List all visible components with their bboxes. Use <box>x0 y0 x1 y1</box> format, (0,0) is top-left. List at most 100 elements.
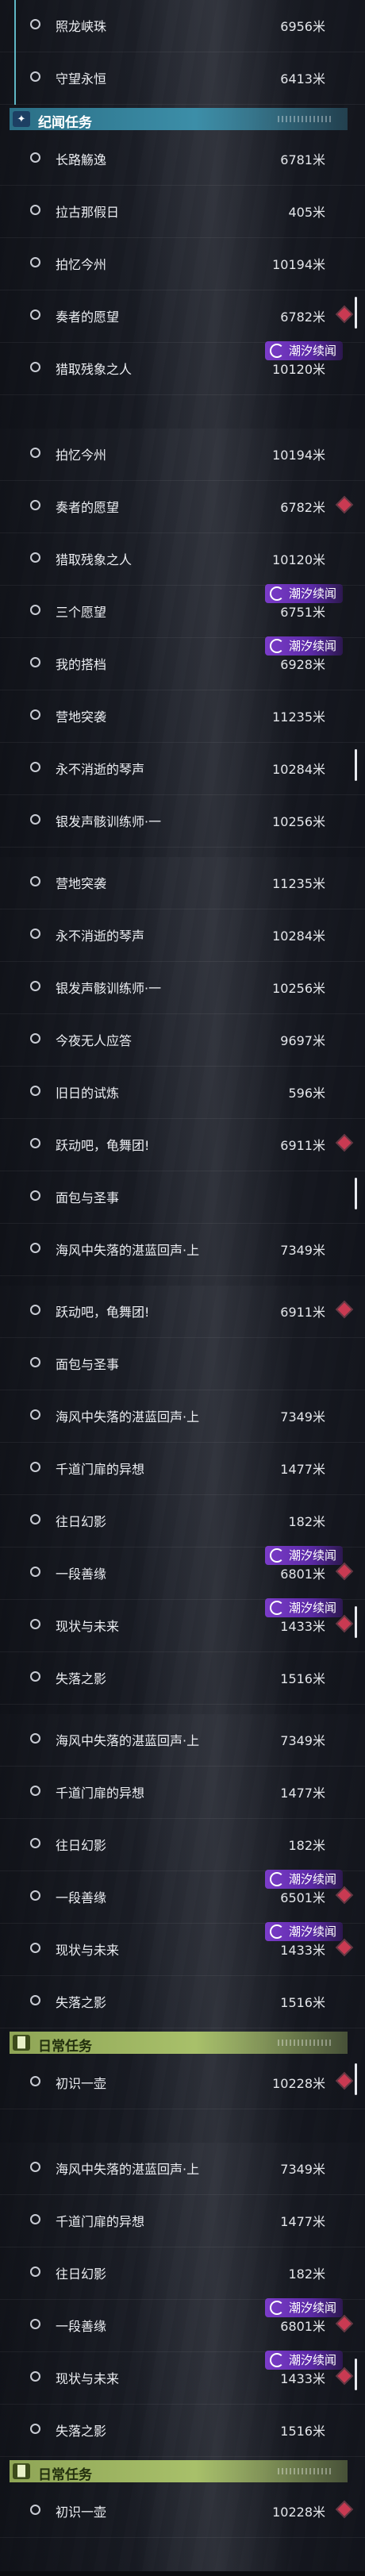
quest-row[interactable]: 往日幻影 182米 <box>0 1819 365 1871</box>
quest-row[interactable]: 一段善缘 6801米 潮汐续闻 <box>0 2298 365 2352</box>
quest-row[interactable]: 千道门扉的异想 1477米 <box>0 1767 365 1819</box>
quest-row[interactable]: 海风中失落的湛蓝回声·上 7349米 <box>0 2143 365 2195</box>
quest-row[interactable]: 守望永恒 6413米 <box>0 52 365 105</box>
radio-circle-icon[interactable] <box>30 1462 40 1472</box>
radio-circle-icon[interactable] <box>30 762 40 772</box>
quest-row[interactable]: 旧日的试炼 596米 <box>0 1067 365 1119</box>
scrollbar-thumb[interactable] <box>355 1606 357 1638</box>
radio-circle-icon[interactable] <box>30 2266 40 2277</box>
quest-row[interactable]: 失落之影 1516米 <box>0 1976 365 2028</box>
quest-row[interactable]: 千道门扉的异想 1477米 <box>0 2195 365 2247</box>
quest-row[interactable]: 银发声骸训练师·一 10256米 <box>0 795 365 848</box>
quest-row[interactable]: 一段善缘 6501米 潮汐续闻 <box>0 1870 365 1924</box>
radio-circle-icon[interactable] <box>30 1033 40 1044</box>
quest-row[interactable]: 拍忆今州 10194米 <box>0 238 365 290</box>
radio-circle-icon[interactable] <box>30 1409 40 1420</box>
quest-row[interactable]: 拉古那假日 405米 <box>0 186 365 238</box>
radio-circle-icon[interactable] <box>30 257 40 267</box>
quest-row[interactable]: 猎取残象之人 10120米 <box>0 533 365 586</box>
radio-circle-icon[interactable] <box>30 152 40 163</box>
radio-circle-icon[interactable] <box>30 2371 40 2382</box>
quest-row[interactable]: 面包与圣事 <box>0 1171 365 1224</box>
radio-circle-icon[interactable] <box>30 448 40 458</box>
scrollbar-thumb[interactable] <box>355 297 357 329</box>
radio-circle-icon[interactable] <box>30 605 40 615</box>
radio-circle-icon[interactable] <box>30 1619 40 1629</box>
quest-row[interactable]: 海风中失落的湛蓝回声·上 7349米 <box>0 1224 365 1276</box>
quest-row[interactable]: 猎取残象之人 10120米 潮汐续闻 <box>0 341 365 395</box>
radio-circle-icon[interactable] <box>30 2505 40 2515</box>
radio-circle-icon[interactable] <box>30 1786 40 1796</box>
radio-circle-icon[interactable] <box>30 205 40 215</box>
quest-row[interactable]: 银发声骸训练师·一 10256米 <box>0 962 365 1014</box>
quest-row[interactable]: 往日幻影 182米 <box>0 1495 365 1548</box>
daily-quest-header[interactable]: ▐▌ 日常任务 <box>0 2457 365 2486</box>
radio-circle-icon[interactable] <box>30 1190 40 1201</box>
radio-circle-icon[interactable] <box>30 362 40 372</box>
quest-row[interactable]: 照龙峡珠 6956米 <box>0 0 365 52</box>
quest-row[interactable]: 我的搭档 6928米 潮汐续闻 <box>0 636 365 690</box>
quest-row[interactable]: 千道门扉的异想 1477米 <box>0 1443 365 1495</box>
quest-row[interactable]: 营地突袭 11235米 <box>0 857 365 909</box>
radio-circle-icon[interactable] <box>30 1567 40 1577</box>
radio-circle-icon[interactable] <box>30 310 40 320</box>
radio-circle-icon[interactable] <box>30 981 40 991</box>
quest-row[interactable]: 失落之影 1516米 <box>0 2405 365 2457</box>
quest-row[interactable]: 海风中失落的湛蓝回声·上 7349米 <box>0 1714 365 1767</box>
daily-quest-header[interactable]: ▐▌ 日常任务 <box>0 2028 365 2057</box>
radio-circle-icon[interactable] <box>30 71 40 82</box>
quest-row[interactable]: 初识一壶 10228米 <box>0 2486 365 2538</box>
radio-circle-icon[interactable] <box>30 1357 40 1367</box>
radio-circle-icon[interactable] <box>30 876 40 886</box>
radio-circle-icon[interactable] <box>30 1243 40 1253</box>
quest-row[interactable]: 面包与圣事 <box>0 1338 365 1390</box>
quest-row[interactable]: 今夜无人应答 9697米 <box>0 1014 365 1067</box>
radio-circle-icon[interactable] <box>30 1995 40 2005</box>
quest-row[interactable]: 永不消逝的琴声 10284米 <box>0 743 365 795</box>
radio-circle-icon[interactable] <box>30 2319 40 2329</box>
radio-circle-icon[interactable] <box>30 1514 40 1524</box>
radio-circle-icon[interactable] <box>30 1086 40 1096</box>
quest-row[interactable]: 奏者的愿望 6782米 <box>0 481 365 533</box>
radio-circle-icon[interactable] <box>30 814 40 825</box>
quest-row[interactable]: 海风中失落的湛蓝回声·上 7349米 <box>0 1390 365 1443</box>
radio-circle-icon[interactable] <box>30 1305 40 1315</box>
story-quest-header[interactable]: ✦ 纪闻任务 <box>0 105 365 133</box>
radio-circle-icon[interactable] <box>30 1138 40 1148</box>
quest-row[interactable]: 现状与未来 1433米 潮汐续闻 <box>0 2351 365 2405</box>
radio-circle-icon[interactable] <box>30 1838 40 1848</box>
radio-circle-icon[interactable] <box>30 1943 40 1953</box>
quest-name: 营地突袭 <box>56 876 107 891</box>
quest-row[interactable]: 初识一壶 10228米 <box>0 2057 365 2109</box>
radio-circle-icon[interactable] <box>30 1733 40 1744</box>
radio-circle-icon[interactable] <box>30 552 40 563</box>
quest-row[interactable]: 现状与未来 1433米 潮汐续闻 <box>0 1922 365 1976</box>
scrollbar-thumb[interactable] <box>355 749 357 781</box>
quest-row[interactable]: 往日幻影 182米 <box>0 2247 365 2300</box>
quest-row[interactable]: 拍忆今州 10194米 <box>0 429 365 481</box>
radio-circle-icon[interactable] <box>30 657 40 667</box>
scrollbar-thumb[interactable] <box>355 2359 357 2390</box>
quest-row[interactable]: 失落之影 1516米 <box>0 1652 365 1705</box>
quest-row[interactable]: 跃动吧，龟舞团! 6911米 <box>0 1286 365 1338</box>
radio-circle-icon[interactable] <box>30 19 40 29</box>
quest-row[interactable]: 一段善缘 6801米 潮汐续闻 <box>0 1546 365 1600</box>
quest-row[interactable]: 永不消逝的琴声 10284米 <box>0 909 365 962</box>
radio-circle-icon[interactable] <box>30 2076 40 2086</box>
radio-circle-icon[interactable] <box>30 1671 40 1682</box>
radio-circle-icon[interactable] <box>30 2214 40 2224</box>
quest-row[interactable]: 三个愿望 6751米 潮汐续闻 <box>0 584 365 638</box>
radio-circle-icon[interactable] <box>30 1890 40 1901</box>
radio-circle-icon[interactable] <box>30 709 40 720</box>
radio-circle-icon[interactable] <box>30 929 40 939</box>
quest-row[interactable]: 现状与未来 1433米 潮汐续闻 <box>0 1598 365 1652</box>
scrollbar-thumb[interactable] <box>355 2063 357 2095</box>
quest-row[interactable]: 营地突袭 11235米 <box>0 690 365 743</box>
quest-row[interactable]: 奏者的愿望 6782米 <box>0 290 365 343</box>
radio-circle-icon[interactable] <box>30 500 40 510</box>
radio-circle-icon[interactable] <box>30 2424 40 2434</box>
quest-row[interactable]: 跃动吧，龟舞团! 6911米 <box>0 1119 365 1171</box>
radio-circle-icon[interactable] <box>30 2162 40 2172</box>
scrollbar-thumb[interactable] <box>355 1178 357 1209</box>
quest-row[interactable]: 长路觞逸 6781米 <box>0 133 365 186</box>
